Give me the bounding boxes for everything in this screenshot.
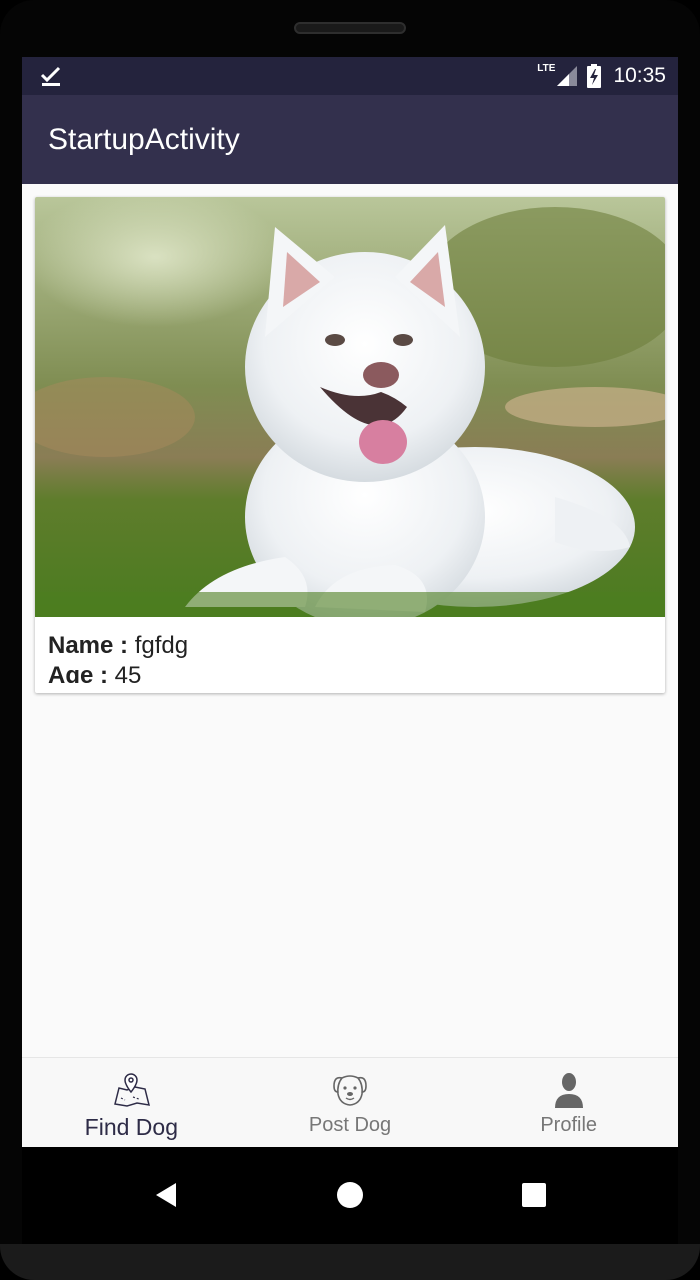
screen: LTE 10:35 StartupActivity Name: fgfdg A…: [22, 57, 678, 1245]
person-icon: [554, 1073, 583, 1108]
status-time: 10:35: [613, 64, 666, 87]
nav-profile[interactable]: Profile: [459, 1058, 678, 1147]
map-pin-icon: [114, 1073, 151, 1107]
phone-chin: [0, 1244, 700, 1280]
download-done-icon: [40, 66, 61, 86]
name-value: fgfdg: [134, 632, 189, 659]
battery-charging-icon: [587, 64, 602, 88]
dog-info: Name : fgfdg Age : 45: [48, 631, 648, 683]
nav-find-dog[interactable]: Find Dog: [22, 1058, 241, 1147]
age-label: Age :: [48, 662, 108, 683]
nav-label-find-dog: Find Dog: [84, 1114, 178, 1140]
dog-name-row: Name : fgfdg: [48, 631, 648, 661]
dog-photo[interactable]: [35, 197, 665, 617]
dog-face-icon: [333, 1075, 367, 1106]
nav-label-profile: Profile: [540, 1114, 598, 1136]
app-bar: StartupActivity: [22, 95, 678, 184]
speaker-grille: [294, 22, 406, 34]
bottom-navigation: Find Dog Post Dog Profile: [22, 1057, 678, 1147]
status-bar: LTE 10:35: [22, 57, 678, 95]
signal-icon: [557, 66, 578, 86]
dog-card[interactable]: Name : fgfdg Age : 45: [35, 197, 665, 693]
name-label: Name :: [48, 632, 129, 659]
home-icon[interactable]: [328, 1173, 372, 1217]
back-icon[interactable]: [144, 1173, 188, 1217]
page-title: StartupActivity: [48, 123, 240, 156]
recents-icon[interactable]: [512, 1173, 556, 1217]
network-type: LTE: [537, 62, 556, 74]
nav-label-post-dog: Post Dog: [308, 1114, 392, 1136]
phone-frame: LTE 10:35 StartupActivity Name: fgfdg A…: [0, 0, 700, 1280]
age-value: 45: [114, 662, 142, 683]
system-navigation-bar: [22, 1147, 678, 1245]
nav-post-dog[interactable]: Post Dog: [241, 1058, 460, 1147]
dog-age-row: Age : 45: [48, 661, 648, 683]
